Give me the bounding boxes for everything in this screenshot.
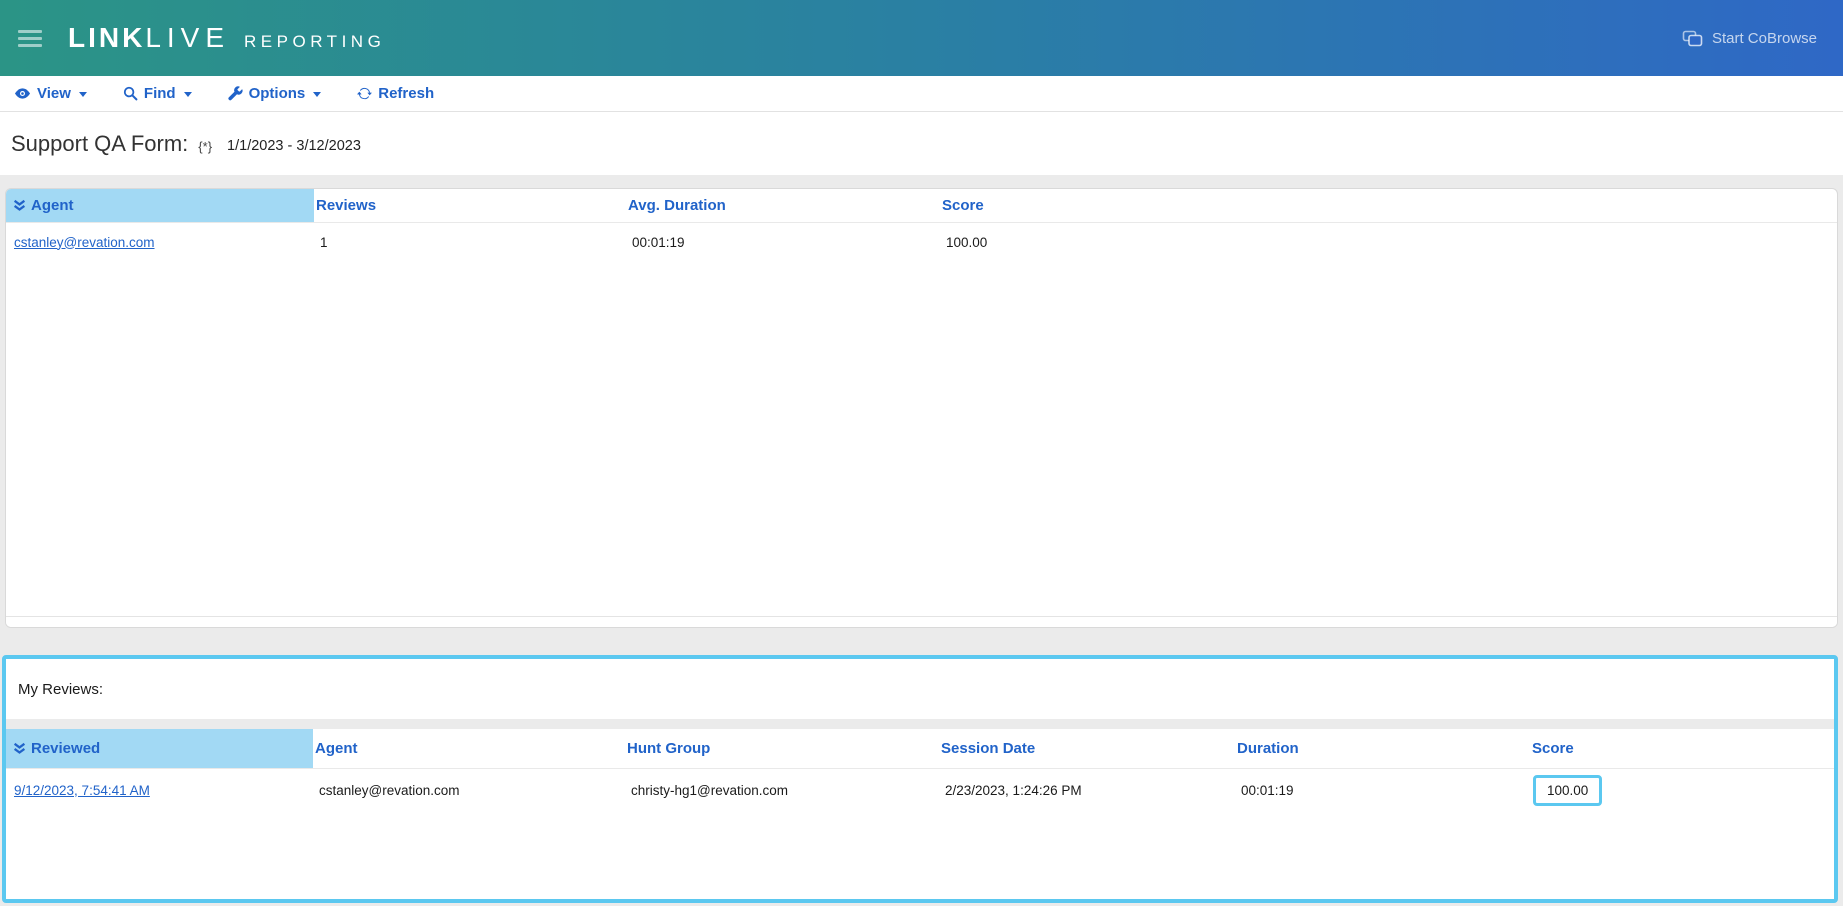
column-header-label: Duration <box>1237 740 1299 757</box>
toolbar: View Find Options Refresh <box>0 76 1843 112</box>
double-chevron-down-icon <box>13 199 26 212</box>
table-row: 9/12/2023, 7:54:41 AM cstanley@revation.… <box>6 769 1834 811</box>
cobrowse-label: Start CoBrowse <box>1712 30 1817 47</box>
view-menu[interactable]: View <box>14 85 87 102</box>
search-icon <box>123 86 138 101</box>
reviews-cell: 1 <box>314 235 626 250</box>
logo-bold-text: LINK <box>68 22 145 54</box>
column-header-avg-duration[interactable]: Avg. Duration <box>626 189 940 222</box>
column-header-hunt-group[interactable]: Hunt Group <box>625 729 939 768</box>
refresh-icon <box>357 86 372 101</box>
wrench-icon <box>228 86 243 101</box>
options-menu[interactable]: Options <box>228 85 322 102</box>
cobrowse-screens-icon <box>1682 30 1703 47</box>
column-header-label: Avg. Duration <box>628 197 726 214</box>
agent-summary-panel: Agent Reviews Avg. Duration Score cstanl… <box>5 188 1838 628</box>
highlighted-score-value[interactable]: 100.00 <box>1533 775 1602 806</box>
my-reviews-panel: My Reviews: Reviewed Agent Hunt Group Se… <box>2 655 1838 903</box>
find-label: Find <box>144 85 176 102</box>
column-header-label: Agent <box>315 740 358 757</box>
table-top-divider <box>6 719 1834 729</box>
column-header-label: Agent <box>31 197 74 214</box>
eye-icon <box>14 86 31 101</box>
table-row: cstanley@revation.com 1 00:01:19 100.00 <box>6 223 1837 261</box>
column-header-label: Score <box>942 197 984 214</box>
chevron-down-icon <box>313 92 321 97</box>
column-header-label: Reviews <box>316 197 376 214</box>
options-label: Options <box>249 85 306 102</box>
app-logo: LINKLIVE REPORTING <box>68 22 385 54</box>
menu-button[interactable] <box>18 30 42 47</box>
column-header-agent[interactable]: Agent <box>313 729 625 768</box>
summary-table-header: Agent Reviews Avg. Duration Score <box>6 189 1837 223</box>
column-header-duration[interactable]: Duration <box>1235 729 1530 768</box>
agent-cell: cstanley@revation.com <box>6 235 314 250</box>
column-header-reviews[interactable]: Reviews <box>314 189 626 222</box>
view-label: View <box>37 85 71 102</box>
column-header-label: Session Date <box>941 740 1035 757</box>
hunt-group-cell: christy-hg1@revation.com <box>625 783 939 798</box>
duration-cell: 00:01:19 <box>1235 783 1530 798</box>
refresh-button[interactable]: Refresh <box>357 85 434 102</box>
session-date-cell: 2/23/2023, 1:24:26 PM <box>939 783 1235 798</box>
avg-duration-cell: 00:01:19 <box>626 235 940 250</box>
reviewed-link[interactable]: 9/12/2023, 7:54:41 AM <box>14 783 150 798</box>
title-token: {*} <box>198 139 212 154</box>
agent-link[interactable]: cstanley@revation.com <box>14 235 155 250</box>
double-chevron-down-icon <box>13 742 26 755</box>
date-range: 1/1/2023 - 3/12/2023 <box>227 138 361 154</box>
my-reviews-table-header: Reviewed Agent Hunt Group Session Date D… <box>6 729 1834 769</box>
agent-cell: cstanley@revation.com <box>313 783 625 798</box>
refresh-label: Refresh <box>378 85 434 102</box>
chevron-down-icon <box>184 92 192 97</box>
column-header-label: Reviewed <box>31 740 100 757</box>
start-cobrowse-button[interactable]: Start CoBrowse <box>1682 30 1817 47</box>
reviewed-cell: 9/12/2023, 7:54:41 AM <box>6 783 313 798</box>
score-cell: 100.00 <box>1530 775 1834 806</box>
logo-light-text: LIVE <box>145 22 230 54</box>
column-header-session-date[interactable]: Session Date <box>939 729 1235 768</box>
column-header-label: Score <box>1532 740 1574 757</box>
score-cell: 100.00 <box>940 235 1837 250</box>
my-reviews-label: My Reviews: <box>6 659 1834 698</box>
horizontal-scrollbar-track[interactable] <box>6 616 1837 627</box>
logo-suffix-text: REPORTING <box>244 32 385 52</box>
page-title-row: Support QA Form: {*} 1/1/2023 - 3/12/202… <box>0 112 1843 175</box>
page-title: Support QA Form: <box>11 131 188 157</box>
column-header-score[interactable]: Score <box>1530 729 1834 768</box>
column-header-score[interactable]: Score <box>940 189 1837 222</box>
column-header-agent[interactable]: Agent <box>6 189 314 222</box>
column-header-reviewed[interactable]: Reviewed <box>6 729 313 768</box>
column-header-label: Hunt Group <box>627 740 710 757</box>
app-header: LINKLIVE REPORTING Start CoBrowse <box>0 0 1843 76</box>
chevron-down-icon <box>79 92 87 97</box>
find-menu[interactable]: Find <box>123 85 192 102</box>
